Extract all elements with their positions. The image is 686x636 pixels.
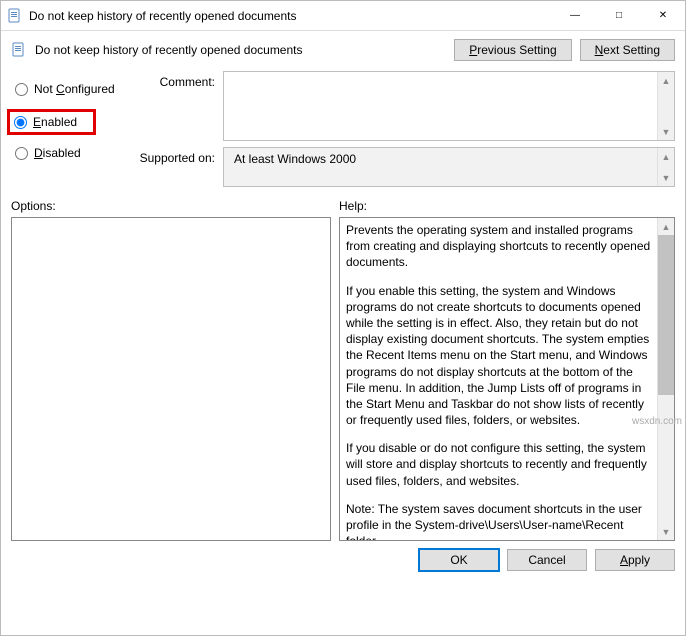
previous-setting-button[interactable]: Previous Setting [454,39,571,61]
titlebar: Do not keep history of recently opened d… [1,1,685,31]
radio-disabled[interactable]: Disabled [11,145,133,161]
help-text: Prevents the operating system and instal… [340,218,657,540]
minimize-button[interactable]: — [553,1,597,30]
scroll-up-icon[interactable]: ▲ [658,72,674,89]
supported-label: Supported on: [133,147,223,165]
scroll-up-icon: ▲ [658,148,674,165]
ok-button[interactable]: OK [419,549,499,571]
scroll-down-icon[interactable]: ▼ [658,123,674,140]
supported-on-value: At least Windows 2000 [224,148,657,186]
scroll-down-icon[interactable]: ▼ [658,523,674,540]
state-radio-group: Not Configured Enabled Disabled [11,71,133,193]
header-row: Do not keep history of recently opened d… [1,31,685,65]
apply-button[interactable]: Apply [595,549,675,571]
help-scrollbar[interactable]: ▲ ▼ [657,218,674,540]
comment-label: Comment: [133,71,223,89]
next-setting-button[interactable]: Next Setting [580,39,675,61]
help-panel: Prevents the operating system and instal… [339,217,675,541]
options-panel [11,217,331,541]
scroll-thumb[interactable] [658,235,674,395]
highlight-box: Enabled [7,109,96,135]
cancel-button[interactable]: Cancel [507,549,587,571]
radio-enabled-input[interactable] [14,116,27,129]
comment-scrollbar[interactable]: ▲ ▼ [657,72,674,140]
maximize-button[interactable]: □ [597,1,641,30]
options-label: Options: [11,199,339,213]
supported-on-box: At least Windows 2000 ▲ ▼ [223,147,675,187]
policy-icon [7,8,23,24]
radio-disabled-input[interactable] [15,147,28,160]
help-label: Help: [339,199,367,213]
close-button[interactable]: ✕ [641,1,685,30]
dialog-footer: OK Cancel Apply [1,541,685,579]
radio-enabled[interactable]: Enabled [10,114,79,130]
header-title: Do not keep history of recently opened d… [35,43,446,57]
comment-textarea[interactable]: ▲ ▼ [223,71,675,141]
policy-icon [11,42,27,58]
radio-not-configured[interactable]: Not Configured [11,81,133,97]
section-labels: Options: Help: [1,193,685,215]
supported-scrollbar: ▲ ▼ [657,148,674,186]
scroll-up-icon[interactable]: ▲ [658,218,674,235]
window-title: Do not keep history of recently opened d… [29,9,553,23]
radio-not-configured-input[interactable] [15,83,28,96]
scroll-down-icon: ▼ [658,169,674,186]
